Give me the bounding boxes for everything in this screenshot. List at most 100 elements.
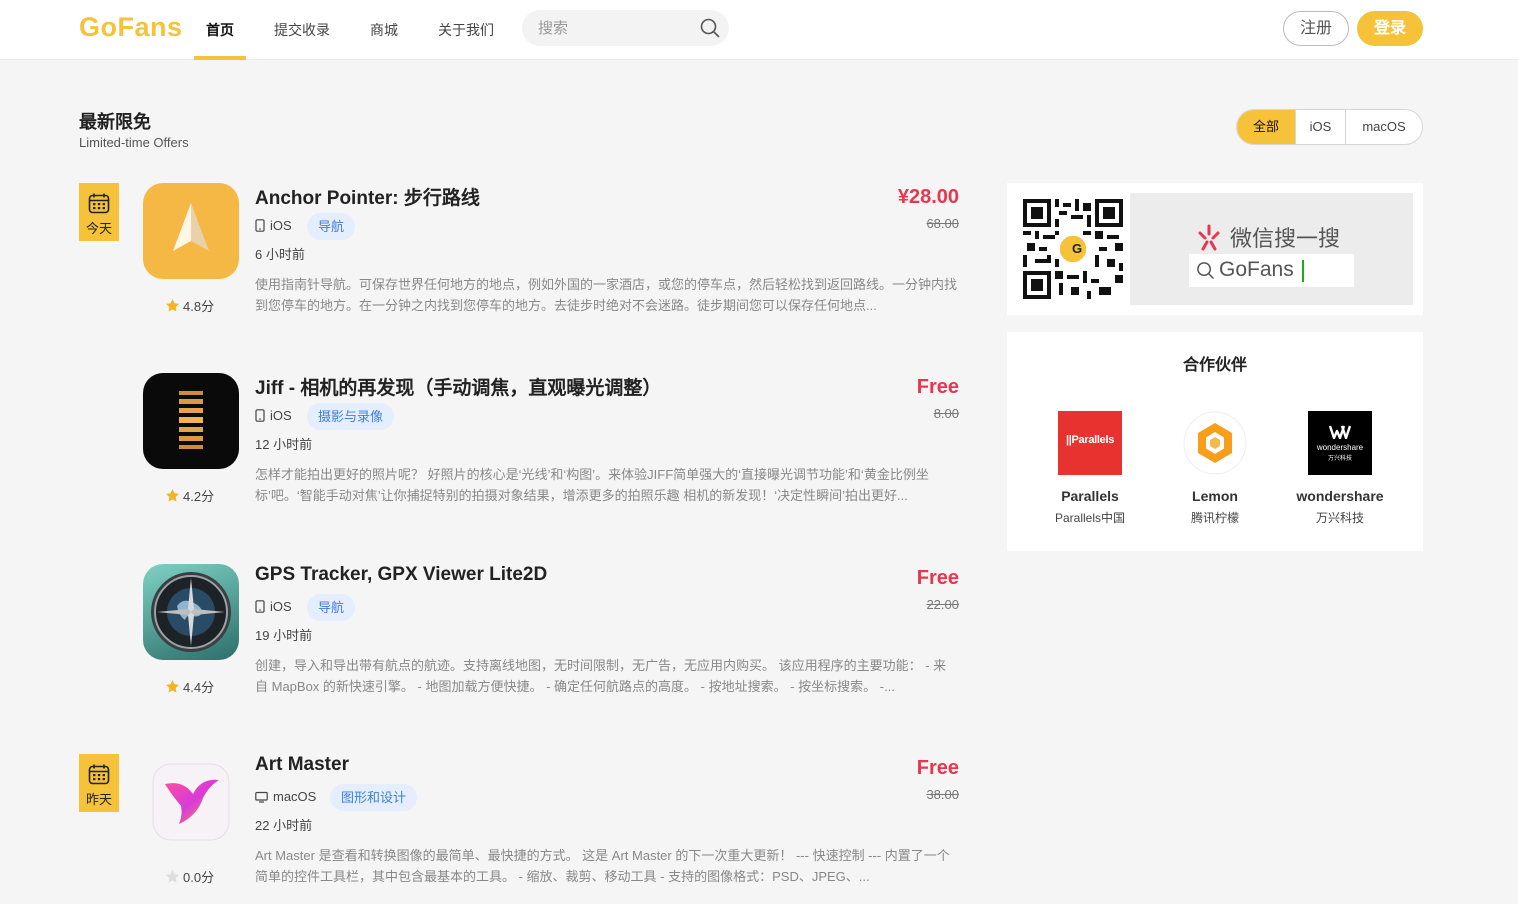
nav-home[interactable]: 首页 [206,20,234,60]
rating-value: 0.0分 [183,870,215,885]
original-price: 22.00 [926,597,959,612]
original-price: 38.00 [926,787,959,802]
day-badge: 昨天 [79,754,119,812]
wechat-search-query: GoFans [1219,258,1294,281]
rating: 0.0分 [165,867,214,886]
rating: 4.2分 [165,486,214,505]
login-button[interactable]: 登录 [1357,11,1423,46]
section-title: 最新限免 [79,112,151,132]
current-price: Free [916,567,959,589]
post-time: 19 小时前 [255,628,313,643]
rating-value: 4.4分 [183,680,215,695]
app-list-item[interactable]: 4.2分 Jiff - 相机的再发现（手动调焦，直观曝光调整） iOS 摄影与录… [79,373,959,513]
category-tag[interactable]: 图形和设计 [330,784,418,811]
app-name[interactable]: Anchor Pointer: 步行路线 [255,183,480,210]
rating-value: 4.8分 [183,299,215,314]
platform-name: iOS [270,218,292,233]
current-price: Free [916,757,959,779]
app-list-item[interactable]: 今天 4.8分 Anchor Pointer: 步行路线 iOS 导航 6 小时… [79,183,959,323]
rating-value: 4.2分 [183,489,215,504]
partner-name: Parallels [1061,488,1119,504]
star-icon [166,489,179,502]
app-name[interactable]: Jiff - 相机的再发现（手动调焦，直观曝光调整） [255,373,661,400]
app-description: 创建，导入和导出带有航点的航迹。支持离线地图，无时间限制，无广告，无应用内购买。… [255,658,947,694]
filter-ios[interactable]: iOS [1296,110,1346,144]
top-header: GoFans 首页 提交收录 商城 关于我们 注册 登录 [0,0,1518,60]
phone-icon [255,409,265,422]
parallels-logo: ||Parallels [1058,411,1122,475]
star-icon [166,299,179,312]
wondershare-logo-text: wondershare [1316,443,1364,452]
search-icon[interactable] [700,18,720,38]
star-icon [166,870,179,883]
partners-title: 合作伙伴 [1182,357,1247,374]
lemon-logo [1183,411,1247,475]
site-logo[interactable]: GoFans [79,12,183,43]
post-time: 22 小时前 [255,818,313,833]
art-master-app-icon[interactable] [143,754,239,850]
app-description: 怎样才能拍出更好的照片呢？ 好照片的核心是‘光线’和‘构图’。来体验JIFF简单… [255,467,929,503]
app-description: 使用指南针导航。可保存世界任何地方的地点，例如外国的一家酒店，或您的停车点，然后… [255,277,958,313]
app-name[interactable]: GPS Tracker, GPX Viewer Lite2D [255,564,547,586]
rating: 4.8分 [165,296,214,315]
app-list-item[interactable]: 昨天 0.0分 Art Master macOS 图形和设计 22 小时前 Ar… [79,754,959,894]
wechat-search-panel: 微信搜一搜 GoFans [1130,193,1413,305]
partners-card: 合作伙伴 ||Parallels Parallels Parallels中国 L… [1007,332,1423,551]
wondershare-mark-icon [1329,425,1351,439]
platform-label: iOS [255,218,292,233]
star-icon [166,680,179,693]
calendar-icon [88,193,110,214]
nav-active-indicator [194,56,246,60]
nav-submit[interactable]: 提交收录 [274,20,330,60]
platform-name: iOS [270,599,292,614]
wondershare-logo: wondershare 万兴科技 [1308,411,1372,475]
calendar-icon [88,764,110,785]
search-input[interactable] [538,10,688,46]
day-badge: 今天 [79,183,119,241]
app-list-item[interactable]: 4.4分 GPS Tracker, GPX Viewer Lite2D iOS … [79,564,959,704]
wechat-sousou-icon [1198,224,1220,251]
partner-parallels[interactable]: ||Parallels Parallels Parallels中国 [1030,411,1150,526]
monitor-icon [255,791,268,803]
partner-desc: Parallels中国 [1054,511,1126,525]
text-caret [1302,260,1304,282]
filter-all[interactable]: 全部 [1237,110,1296,144]
platform-name: iOS [270,408,292,423]
phone-icon [255,219,265,232]
filter-macos[interactable]: macOS [1346,110,1422,144]
nav-store[interactable]: 商城 [370,20,398,60]
wechat-search-field: GoFans [1189,254,1354,287]
wondershare-logo-sub: 万兴科技 [1327,456,1352,462]
qr-center-logo: G [1071,241,1083,256]
post-time: 12 小时前 [255,437,313,452]
app-description: Art Master 是查看和转换图像的最简单、最快捷的方式。 这是 Art M… [255,848,950,884]
gps-tracker-app-icon[interactable] [143,564,239,660]
current-price: Free [916,376,959,398]
partner-wondershare[interactable]: wondershare 万兴科技 wondershare 万兴科技 [1280,411,1400,526]
partner-desc: 腾讯柠檬 [1190,511,1239,525]
rating: 4.4分 [165,677,214,696]
partner-name: Lemon [1192,488,1238,504]
register-button[interactable]: 注册 [1283,11,1349,46]
category-tag[interactable]: 摄影与录像 [307,403,395,430]
parallels-logo-text: ||Parallels [1065,434,1115,446]
section-subtitle: Limited-time Offers [79,135,189,150]
category-tag[interactable]: 导航 [307,213,356,240]
platform-label: macOS [255,789,316,804]
post-time: 6 小时前 [255,247,305,262]
wechat-search-card[interactable]: G 微信搜一搜 GoFans [1007,183,1423,315]
partner-lemon[interactable]: Lemon 腾讯柠檬 [1155,411,1275,526]
phone-icon [255,600,265,613]
app-name[interactable]: Art Master [255,754,349,776]
original-price: 68.00 [926,216,959,231]
nav-about[interactable]: 关于我们 [438,20,494,60]
current-price: ¥28.00 [897,186,959,208]
anchor-pointer-app-icon[interactable] [143,183,239,279]
wechat-search-title: 微信搜一搜 [1230,226,1341,251]
platform-label: iOS [255,408,292,423]
jiff-app-icon[interactable] [143,373,239,469]
platform-label: iOS [255,599,292,614]
partner-name: wondershare [1296,488,1384,504]
category-tag[interactable]: 导航 [307,594,356,621]
search-icon [1197,262,1214,279]
